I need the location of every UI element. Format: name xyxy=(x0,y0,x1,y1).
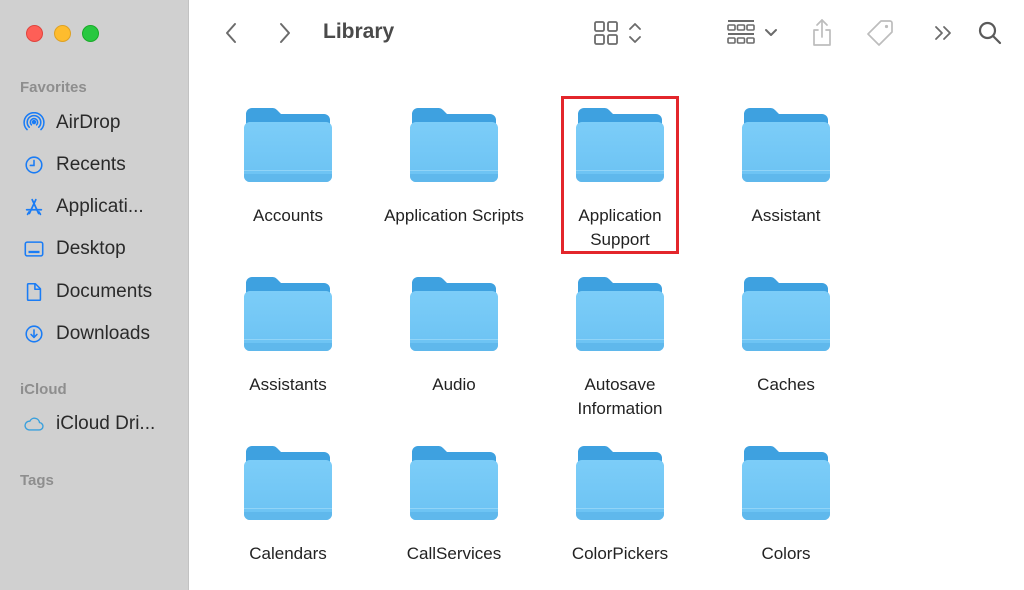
sidebar-item-recents[interactable]: Recents xyxy=(22,152,126,178)
section-title-icloud: iCloud xyxy=(20,381,67,398)
folder-item-assistant[interactable]: Assistant xyxy=(706,104,866,228)
folder-item-application-scripts[interactable]: Application Scripts xyxy=(374,104,534,228)
folder-item-caches[interactable]: Caches xyxy=(706,273,866,397)
folder-name: Autosave Information xyxy=(577,375,663,418)
chevron-down-icon xyxy=(765,29,777,36)
folder-icon xyxy=(576,277,664,351)
sidebar-item-downloads[interactable]: Downloads xyxy=(22,321,150,347)
folder-name: ColorPickers xyxy=(571,544,669,563)
close-button[interactable] xyxy=(26,25,43,42)
folder-icon xyxy=(410,446,498,520)
folder-icon xyxy=(244,277,332,351)
minimize-button[interactable] xyxy=(54,25,71,42)
zoom-button[interactable] xyxy=(82,25,99,42)
folder-icon xyxy=(742,277,830,351)
applications-icon xyxy=(22,195,46,219)
folder-name: Audio xyxy=(432,375,476,394)
folder-name: Assistants xyxy=(249,375,327,394)
section-title-tags: Tags xyxy=(20,472,54,489)
main-content: Library Accounts Application Scripts App… xyxy=(190,0,1024,590)
window-controls xyxy=(26,25,99,42)
section-title-favorites: Favorites xyxy=(20,79,87,96)
chevron-right-icon xyxy=(280,23,290,43)
forward-button[interactable] xyxy=(274,18,296,48)
back-button[interactable] xyxy=(220,18,242,48)
download-icon xyxy=(22,322,46,346)
folder-item-colors[interactable]: Colors xyxy=(706,442,866,566)
share-icon xyxy=(813,19,831,46)
more-toolbar-button[interactable] xyxy=(932,18,956,48)
double-chevron-right-icon xyxy=(935,26,951,40)
folder-icon xyxy=(742,446,830,520)
sidebar-item-airdrop[interactable]: AirDrop xyxy=(22,110,120,136)
chevron-up-down-icon xyxy=(629,23,641,43)
folder-item-accounts[interactable]: Accounts xyxy=(208,104,368,228)
sidebar-item-label: Desktop xyxy=(56,238,126,259)
sidebar-item-documents[interactable]: Documents xyxy=(22,279,152,305)
folder-item-audio[interactable]: Audio xyxy=(374,273,534,397)
folder-item-application-support[interactable]: Application Support xyxy=(540,104,700,252)
window-title: Library xyxy=(323,20,395,43)
document-icon xyxy=(22,280,46,304)
folder-icon xyxy=(410,108,498,182)
sidebar-item-label: Downloads xyxy=(56,323,150,344)
tag-button[interactable] xyxy=(864,18,896,48)
icon-view-grid-icon xyxy=(594,21,618,45)
folder-name: Colors xyxy=(761,544,811,563)
group-by-button[interactable] xyxy=(724,18,780,48)
sidebar-item-label: Documents xyxy=(56,281,153,302)
folder-item-callservices[interactable]: CallServices xyxy=(374,442,534,566)
folder-item-colorpickers[interactable]: ColorPickers xyxy=(540,442,700,566)
folder-name: Accounts xyxy=(253,206,323,225)
desktop-icon xyxy=(22,237,46,261)
folder-name: Application Scripts xyxy=(384,206,524,225)
folder-name: Application Support xyxy=(578,206,662,249)
folder-name: Assistant xyxy=(751,206,821,225)
folder-icon xyxy=(576,446,664,520)
folder-name: Caches xyxy=(757,375,815,394)
airdrop-icon xyxy=(22,111,46,135)
sidebar-item-icloud-drive[interactable]: iCloud Dri... xyxy=(22,411,155,437)
share-button[interactable] xyxy=(808,18,836,48)
cloud-icon xyxy=(22,412,46,436)
sidebar-item-label: AirDrop xyxy=(56,112,121,133)
search-icon xyxy=(978,21,1002,45)
group-by-icon xyxy=(727,20,755,44)
folder-name: CallServices xyxy=(406,544,502,563)
folder-icon xyxy=(576,108,664,182)
sidebar: Favorites AirDrop Recents Applicati... D… xyxy=(0,0,189,590)
folder-item-assistants[interactable]: Assistants xyxy=(208,273,368,397)
sidebar-item-desktop[interactable]: Desktop xyxy=(22,236,126,262)
folder-icon xyxy=(410,277,498,351)
folder-icon xyxy=(742,108,830,182)
folder-icon xyxy=(244,108,332,182)
folder-icon xyxy=(244,446,332,520)
tag-icon xyxy=(867,20,893,46)
folder-name: Calendars xyxy=(249,544,327,563)
sidebar-item-label: Applicati... xyxy=(56,196,144,217)
search-button[interactable] xyxy=(976,18,1004,48)
folder-item-autosave-information[interactable]: Autosave Information xyxy=(540,273,700,421)
toolbar: Library xyxy=(190,0,1024,66)
sidebar-item-applications[interactable]: Applicati... xyxy=(22,194,144,220)
folder-item-calendars[interactable]: Calendars xyxy=(208,442,368,566)
view-mode-button[interactable] xyxy=(590,18,646,48)
clock-icon xyxy=(22,153,46,177)
sidebar-item-label: iCloud Dri... xyxy=(56,413,156,434)
sidebar-item-label: Recents xyxy=(56,154,126,175)
chevron-left-icon xyxy=(226,23,236,43)
